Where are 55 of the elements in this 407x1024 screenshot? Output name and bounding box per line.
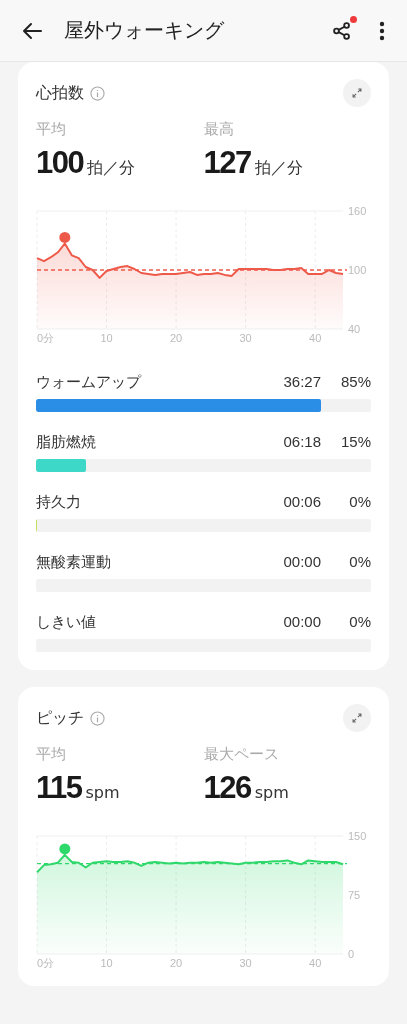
axis-label: 75 [348, 889, 361, 901]
axis-label: 0分 [37, 332, 55, 343]
expand-button[interactable] [343, 704, 371, 732]
zone-name: 脂肪燃焼 [36, 433, 97, 452]
axis-label: 30 [239, 332, 252, 343]
expand-button[interactable] [343, 79, 371, 107]
zone-percent: 0% [348, 553, 371, 570]
stat-unit: spm [85, 783, 120, 802]
zone-percent: 85% [339, 373, 371, 390]
axis-label: 160 [348, 205, 367, 217]
stat-value: 115 [36, 770, 82, 806]
axis-label: 0分 [37, 957, 55, 968]
expand-icon [350, 86, 364, 100]
zone-percent: 0% [348, 493, 371, 510]
zone-name: 無酸素運動 [36, 553, 112, 572]
stat-label: 平均 [36, 120, 67, 139]
axis-label: 40 [348, 323, 361, 335]
zone-name: しきい値 [36, 613, 97, 632]
stat-value: 126 [203, 770, 251, 806]
zone-time: 00:00 [283, 613, 321, 630]
axis-label: 0 [348, 948, 355, 960]
page-title: 屋外ウォーキング [64, 17, 225, 44]
zone-time: 00:00 [283, 553, 321, 570]
info-icon[interactable] [90, 85, 105, 101]
stat-unit: spm [254, 783, 289, 802]
stat-value: 127 [203, 145, 251, 181]
axis-label: 40 [309, 332, 322, 343]
axis-label: 20 [169, 957, 183, 968]
axis-label: 20 [169, 332, 183, 343]
zone-time: 06:18 [283, 433, 321, 450]
zone-percent: 0% [348, 613, 371, 630]
axis-label: 40 [309, 957, 322, 968]
axis-label: 150 [348, 830, 367, 842]
stat-value: 100 [36, 145, 84, 181]
stat-label: 最高 [203, 120, 235, 139]
card-title: 心拍数 [36, 82, 84, 104]
zone-time: 00:06 [283, 493, 321, 510]
stat-label: 平均 [36, 745, 67, 764]
axis-label: 100 [348, 264, 367, 276]
max-marker [59, 843, 71, 855]
axis-label: 10 [100, 332, 113, 343]
stat-unit: 拍／分 [87, 158, 136, 179]
axis-label: 10 [100, 957, 113, 968]
stat-unit: 拍／分 [254, 158, 303, 179]
expand-icon [350, 711, 364, 725]
more-icon[interactable] [379, 19, 385, 42]
axis-label: 30 [239, 957, 252, 968]
zone-name: 持久力 [36, 493, 82, 512]
max-marker [59, 231, 71, 243]
zone-time: 36:27 [283, 373, 321, 390]
zone-name: ウォームアップ [36, 373, 143, 392]
info-icon[interactable] [90, 710, 105, 726]
card-title: ピッチ [36, 707, 84, 729]
zone-percent: 15% [339, 433, 371, 450]
stat-label: 最大ペース [203, 745, 280, 764]
